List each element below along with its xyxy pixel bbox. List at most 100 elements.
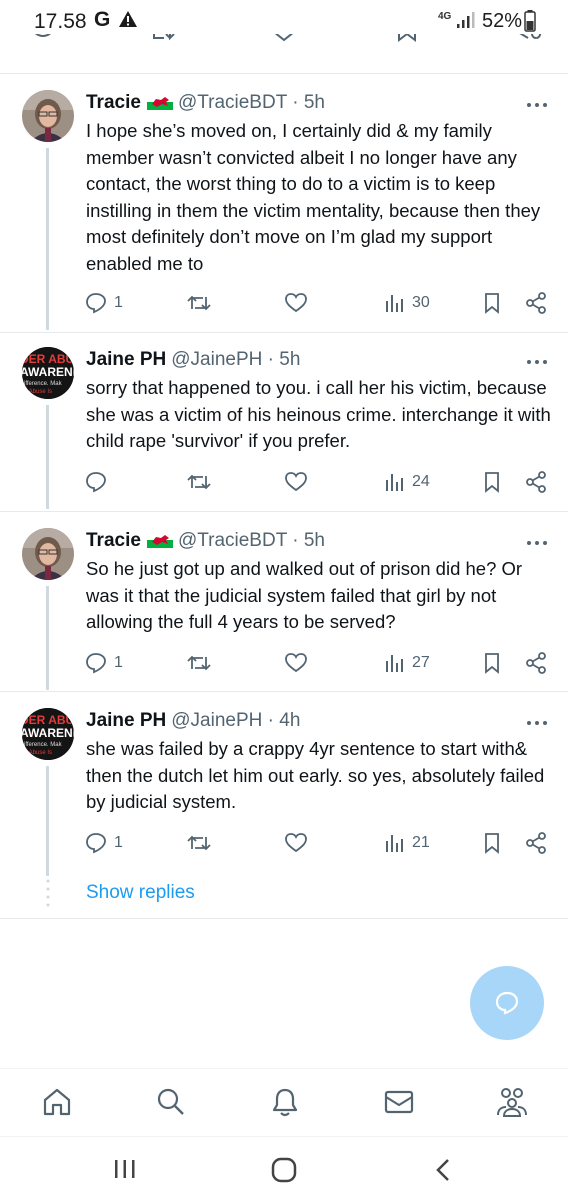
reply-button[interactable]: 1 (84, 290, 123, 316)
handle-time[interactable]: @TracieBDT · 5h (178, 92, 325, 113)
tweet-text: I hope she’s moved on, I certainly did &… (86, 120, 541, 274)
compose-reply-button[interactable] (470, 966, 544, 1040)
like-button[interactable] (284, 469, 308, 495)
tweet[interactable]: Tracie @TracieBDT · 5h So he just got up … (0, 528, 568, 690)
retweet-button[interactable] (186, 650, 212, 676)
retweet-button[interactable] (186, 830, 212, 856)
svg-text:i Abuse Is: i Abuse Is (26, 750, 52, 756)
view-count: 21 (412, 834, 430, 851)
reply-count: 1 (114, 654, 123, 671)
back-icon[interactable] (432, 1157, 456, 1188)
avatar[interactable] (22, 528, 74, 580)
reply-icon (86, 653, 106, 674)
tweet[interactable]: Tracie @TracieBDT · 5h I hope she’s moved… (0, 90, 568, 330)
reply-icon (86, 472, 106, 493)
divider (0, 332, 568, 333)
battery-percent: 52% (482, 10, 523, 32)
handle-time[interactable]: @TracieBDT · 5h (178, 530, 325, 551)
bookmark-button[interactable] (482, 650, 502, 676)
display-name[interactable]: Jaine PH (86, 710, 166, 731)
view-count: 24 (412, 473, 430, 490)
share-button[interactable] (524, 290, 548, 316)
more-options-icon[interactable] (526, 714, 548, 732)
like-button[interactable] (284, 650, 308, 676)
svg-text:DER ABU: DER ABU (22, 713, 74, 727)
views-button[interactable]: 27 (384, 650, 430, 676)
system-navigation (0, 1136, 568, 1200)
svg-text:AWARENES: AWARENES (22, 726, 74, 740)
share-button[interactable] (524, 469, 548, 495)
reply-count: 1 (114, 834, 123, 851)
views-button[interactable]: 30 (384, 290, 430, 316)
thread-dots (46, 878, 50, 913)
show-replies-link[interactable]: Show replies (86, 882, 195, 904)
recent-apps-icon[interactable] (112, 1157, 138, 1186)
svg-text:DER ABU: DER ABU (22, 352, 74, 366)
svg-text:ifference. Mak: ifference. Mak (24, 742, 63, 748)
tweet-actions: 1 30 (84, 290, 554, 316)
retweet-button[interactable] (186, 469, 212, 495)
heart-icon (285, 653, 307, 673)
views-button[interactable]: 21 (384, 830, 430, 856)
bottom-navigation (0, 1068, 568, 1134)
tweet-text: sorry that happened to you. i call her h… (86, 377, 551, 451)
more-options-icon[interactable] (526, 534, 548, 552)
notifications-icon[interactable] (268, 1085, 302, 1124)
search-icon[interactable] (154, 1085, 188, 1124)
signal-icon (456, 10, 476, 35)
network-type: 4G (438, 11, 452, 22)
avatar[interactable]: DER ABU AWARENES ifference. Mak i Abuse … (22, 347, 74, 399)
view-count: 27 (412, 654, 430, 671)
bookmark-icon (485, 472, 499, 493)
share-icon (526, 471, 546, 493)
tweet[interactable]: DER ABU AWARENES ifference. Mak i Abuse … (0, 708, 568, 876)
avatar[interactable] (22, 90, 74, 142)
home-icon[interactable] (40, 1085, 74, 1124)
like-button[interactable] (284, 290, 308, 316)
reply-button[interactable]: 1 (84, 830, 123, 856)
display-name[interactable]: Tracie (86, 92, 141, 113)
bookmark-button[interactable] (482, 469, 502, 495)
retweet-icon (187, 835, 211, 851)
like-button[interactable] (284, 830, 308, 856)
more-options-icon[interactable] (526, 96, 548, 114)
share-button[interactable] (524, 830, 548, 856)
heart-icon (285, 472, 307, 492)
view-count: 30 (412, 294, 430, 311)
reply-button[interactable]: 1 (84, 650, 123, 676)
wales-flag-icon (146, 532, 173, 554)
retweet-button[interactable] (186, 290, 212, 316)
divider (0, 73, 568, 74)
retweet-icon (153, 34, 175, 41)
bookmark-button[interactable] (482, 830, 502, 856)
views-button[interactable]: 24 (384, 469, 430, 495)
tweet[interactable]: DER ABU AWARENES ifference. Mak i Abuse … (0, 347, 568, 509)
share-button[interactable] (524, 650, 548, 676)
retweet-icon (187, 474, 211, 490)
tweet-actions: 24 (84, 469, 554, 495)
bookmark-button[interactable] (482, 290, 502, 316)
svg-text:AWARENES: AWARENES (22, 365, 74, 379)
bookmark-icon (485, 833, 499, 854)
reply-icon (86, 833, 106, 854)
heart-icon (285, 833, 307, 853)
home-button-icon[interactable] (270, 1157, 298, 1188)
communities-icon[interactable] (494, 1085, 530, 1124)
previous-tweet-actions (0, 34, 568, 60)
display-name[interactable]: Tracie (86, 530, 141, 551)
more-options-icon[interactable] (526, 353, 548, 371)
avatar[interactable]: DER ABU AWARENES ifference. Mak i Abuse … (22, 708, 74, 760)
thread-line (46, 148, 49, 330)
analytics-icon (386, 655, 403, 672)
messages-icon[interactable] (382, 1085, 416, 1124)
bookmark-icon (398, 34, 416, 42)
bookmark-icon (485, 293, 499, 314)
handle-time[interactable]: @JainePH · 4h (171, 710, 300, 731)
display-name[interactable]: Jaine PH (86, 349, 166, 370)
thread-line (46, 405, 49, 509)
reply-button[interactable] (84, 469, 114, 495)
handle-time[interactable]: @JainePH · 5h (171, 349, 300, 370)
share-icon (526, 292, 546, 314)
heart-icon (285, 293, 307, 313)
thread-line (46, 766, 49, 876)
